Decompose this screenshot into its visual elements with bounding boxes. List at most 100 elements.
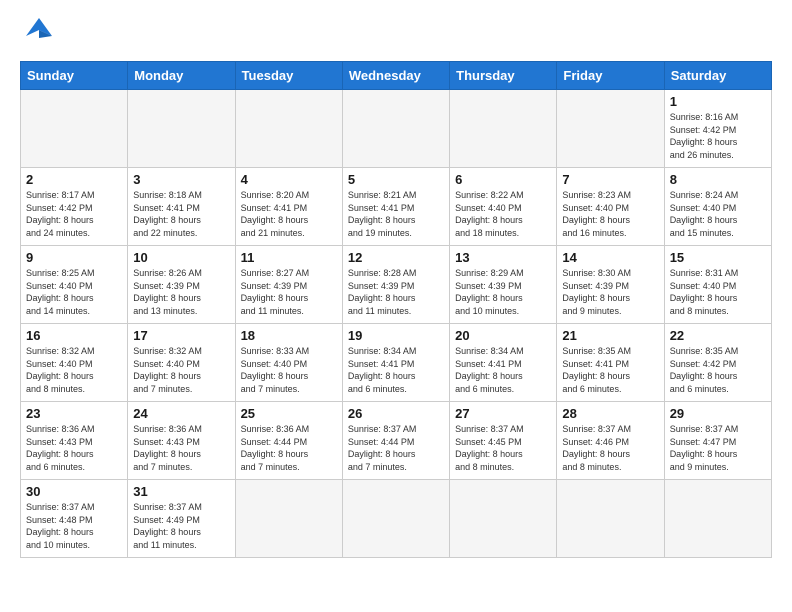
day-number: 5 <box>348 172 444 187</box>
day-number: 3 <box>133 172 229 187</box>
day-number: 4 <box>241 172 337 187</box>
calendar-cell <box>235 480 342 558</box>
page-container: SundayMondayTuesdayWednesdayThursdayFrid… <box>0 0 792 612</box>
day-info: Sunrise: 8:27 AM Sunset: 4:39 PM Dayligh… <box>241 267 337 317</box>
day-number: 17 <box>133 328 229 343</box>
weekday-header-tuesday: Tuesday <box>235 62 342 90</box>
calendar-row: 16 Sunrise: 8:32 AM Sunset: 4:40 PM Dayli… <box>21 324 772 402</box>
calendar-cell: 5 Sunrise: 8:21 AM Sunset: 4:41 PM Daylig… <box>342 168 449 246</box>
calendar-row: 2 Sunrise: 8:17 AM Sunset: 4:42 PM Daylig… <box>21 168 772 246</box>
calendar-cell: 12 Sunrise: 8:28 AM Sunset: 4:39 PM Dayli… <box>342 246 449 324</box>
calendar-cell: 6Sunrise: 8:22 AM Sunset: 4:40 PM Daylig… <box>450 168 557 246</box>
logo-bird-icon <box>24 16 54 51</box>
calendar-cell: 31 Sunrise: 8:37 AM Sunset: 4:49 PM Dayli… <box>128 480 235 558</box>
calendar-cell <box>21 90 128 168</box>
day-info: Sunrise: 8:36 AM Sunset: 4:43 PM Dayligh… <box>26 423 122 473</box>
calendar-cell: 21 Sunrise: 8:35 AM Sunset: 4:41 PM Dayli… <box>557 324 664 402</box>
day-number: 18 <box>241 328 337 343</box>
calendar-cell: 22Sunrise: 8:35 AM Sunset: 4:42 PM Dayli… <box>664 324 771 402</box>
day-number: 20 <box>455 328 551 343</box>
day-number: 21 <box>562 328 658 343</box>
day-info: Sunrise: 8:23 AM Sunset: 4:40 PM Dayligh… <box>562 189 658 239</box>
day-info: Sunrise: 8:37 AM Sunset: 4:47 PM Dayligh… <box>670 423 766 473</box>
weekday-header-wednesday: Wednesday <box>342 62 449 90</box>
header <box>20 16 772 51</box>
calendar-cell <box>557 90 664 168</box>
calendar-row: 23 Sunrise: 8:36 AM Sunset: 4:43 PM Dayli… <box>21 402 772 480</box>
day-info: Sunrise: 8:16 AM Sunset: 4:42 PM Dayligh… <box>670 111 766 161</box>
calendar-cell: 18Sunrise: 8:33 AM Sunset: 4:40 PM Dayli… <box>235 324 342 402</box>
day-info: Sunrise: 8:36 AM Sunset: 4:43 PM Dayligh… <box>133 423 229 473</box>
day-info: Sunrise: 8:37 AM Sunset: 4:44 PM Dayligh… <box>348 423 444 473</box>
day-number: 15 <box>670 250 766 265</box>
day-number: 31 <box>133 484 229 499</box>
day-number: 10 <box>133 250 229 265</box>
day-info: Sunrise: 8:34 AM Sunset: 4:41 PM Dayligh… <box>455 345 551 395</box>
calendar-cell: 1 Sunrise: 8:16 AM Sunset: 4:42 PM Daylig… <box>664 90 771 168</box>
day-info: Sunrise: 8:26 AM Sunset: 4:39 PM Dayligh… <box>133 267 229 317</box>
calendar-cell <box>342 90 449 168</box>
weekday-header-sunday: Sunday <box>21 62 128 90</box>
day-number: 19 <box>348 328 444 343</box>
day-number: 26 <box>348 406 444 421</box>
day-info: Sunrise: 8:20 AM Sunset: 4:41 PM Dayligh… <box>241 189 337 239</box>
calendar-cell <box>557 480 664 558</box>
weekday-header-saturday: Saturday <box>664 62 771 90</box>
calendar-cell: 23 Sunrise: 8:36 AM Sunset: 4:43 PM Dayli… <box>21 402 128 480</box>
calendar-cell: 26 Sunrise: 8:37 AM Sunset: 4:44 PM Dayli… <box>342 402 449 480</box>
day-info: Sunrise: 8:21 AM Sunset: 4:41 PM Dayligh… <box>348 189 444 239</box>
calendar-cell: 2 Sunrise: 8:17 AM Sunset: 4:42 PM Daylig… <box>21 168 128 246</box>
day-info: Sunrise: 8:37 AM Sunset: 4:49 PM Dayligh… <box>133 501 229 551</box>
day-number: 12 <box>348 250 444 265</box>
day-info: Sunrise: 8:25 AM Sunset: 4:40 PM Dayligh… <box>26 267 122 317</box>
day-number: 29 <box>670 406 766 421</box>
day-number: 7 <box>562 172 658 187</box>
day-info: Sunrise: 8:35 AM Sunset: 4:41 PM Dayligh… <box>562 345 658 395</box>
calendar-cell: 9 Sunrise: 8:25 AM Sunset: 4:40 PM Daylig… <box>21 246 128 324</box>
calendar-cell <box>664 480 771 558</box>
day-number: 25 <box>241 406 337 421</box>
day-number: 24 <box>133 406 229 421</box>
day-info: Sunrise: 8:34 AM Sunset: 4:41 PM Dayligh… <box>348 345 444 395</box>
day-number: 28 <box>562 406 658 421</box>
day-number: 30 <box>26 484 122 499</box>
day-info: Sunrise: 8:18 AM Sunset: 4:41 PM Dayligh… <box>133 189 229 239</box>
calendar-table: SundayMondayTuesdayWednesdayThursdayFrid… <box>20 61 772 558</box>
day-number: 2 <box>26 172 122 187</box>
day-info: Sunrise: 8:32 AM Sunset: 4:40 PM Dayligh… <box>26 345 122 395</box>
day-number: 16 <box>26 328 122 343</box>
day-info: Sunrise: 8:36 AM Sunset: 4:44 PM Dayligh… <box>241 423 337 473</box>
calendar-cell: 3 Sunrise: 8:18 AM Sunset: 4:41 PM Daylig… <box>128 168 235 246</box>
calendar-cell: 11 Sunrise: 8:27 AM Sunset: 4:39 PM Dayli… <box>235 246 342 324</box>
calendar-cell <box>342 480 449 558</box>
logo <box>20 16 54 51</box>
calendar-cell: 24 Sunrise: 8:36 AM Sunset: 4:43 PM Dayli… <box>128 402 235 480</box>
weekday-header-friday: Friday <box>557 62 664 90</box>
day-info: Sunrise: 8:28 AM Sunset: 4:39 PM Dayligh… <box>348 267 444 317</box>
day-number: 27 <box>455 406 551 421</box>
calendar-cell: 30Sunrise: 8:37 AM Sunset: 4:48 PM Dayli… <box>21 480 128 558</box>
day-number: 23 <box>26 406 122 421</box>
day-number: 1 <box>670 94 766 109</box>
calendar-row: 1 Sunrise: 8:16 AM Sunset: 4:42 PM Daylig… <box>21 90 772 168</box>
calendar-cell: 17 Sunrise: 8:32 AM Sunset: 4:40 PM Dayli… <box>128 324 235 402</box>
day-number: 14 <box>562 250 658 265</box>
day-info: Sunrise: 8:32 AM Sunset: 4:40 PM Dayligh… <box>133 345 229 395</box>
day-info: Sunrise: 8:35 AM Sunset: 4:42 PM Dayligh… <box>670 345 766 395</box>
calendar-cell: 28 Sunrise: 8:37 AM Sunset: 4:46 PM Dayli… <box>557 402 664 480</box>
calendar-cell: 8Sunrise: 8:24 AM Sunset: 4:40 PM Daylig… <box>664 168 771 246</box>
day-info: Sunrise: 8:37 AM Sunset: 4:45 PM Dayligh… <box>455 423 551 473</box>
day-info: Sunrise: 8:22 AM Sunset: 4:40 PM Dayligh… <box>455 189 551 239</box>
calendar-row: 9 Sunrise: 8:25 AM Sunset: 4:40 PM Daylig… <box>21 246 772 324</box>
calendar-cell: 19 Sunrise: 8:34 AM Sunset: 4:41 PM Dayli… <box>342 324 449 402</box>
day-number: 9 <box>26 250 122 265</box>
calendar-cell: 7 Sunrise: 8:23 AM Sunset: 4:40 PM Daylig… <box>557 168 664 246</box>
day-number: 11 <box>241 250 337 265</box>
calendar-cell <box>235 90 342 168</box>
calendar-cell: 25 Sunrise: 8:36 AM Sunset: 4:44 PM Dayli… <box>235 402 342 480</box>
calendar-row: 30Sunrise: 8:37 AM Sunset: 4:48 PM Dayli… <box>21 480 772 558</box>
weekday-header-thursday: Thursday <box>450 62 557 90</box>
day-info: Sunrise: 8:17 AM Sunset: 4:42 PM Dayligh… <box>26 189 122 239</box>
day-info: Sunrise: 8:37 AM Sunset: 4:46 PM Dayligh… <box>562 423 658 473</box>
calendar-cell <box>128 90 235 168</box>
